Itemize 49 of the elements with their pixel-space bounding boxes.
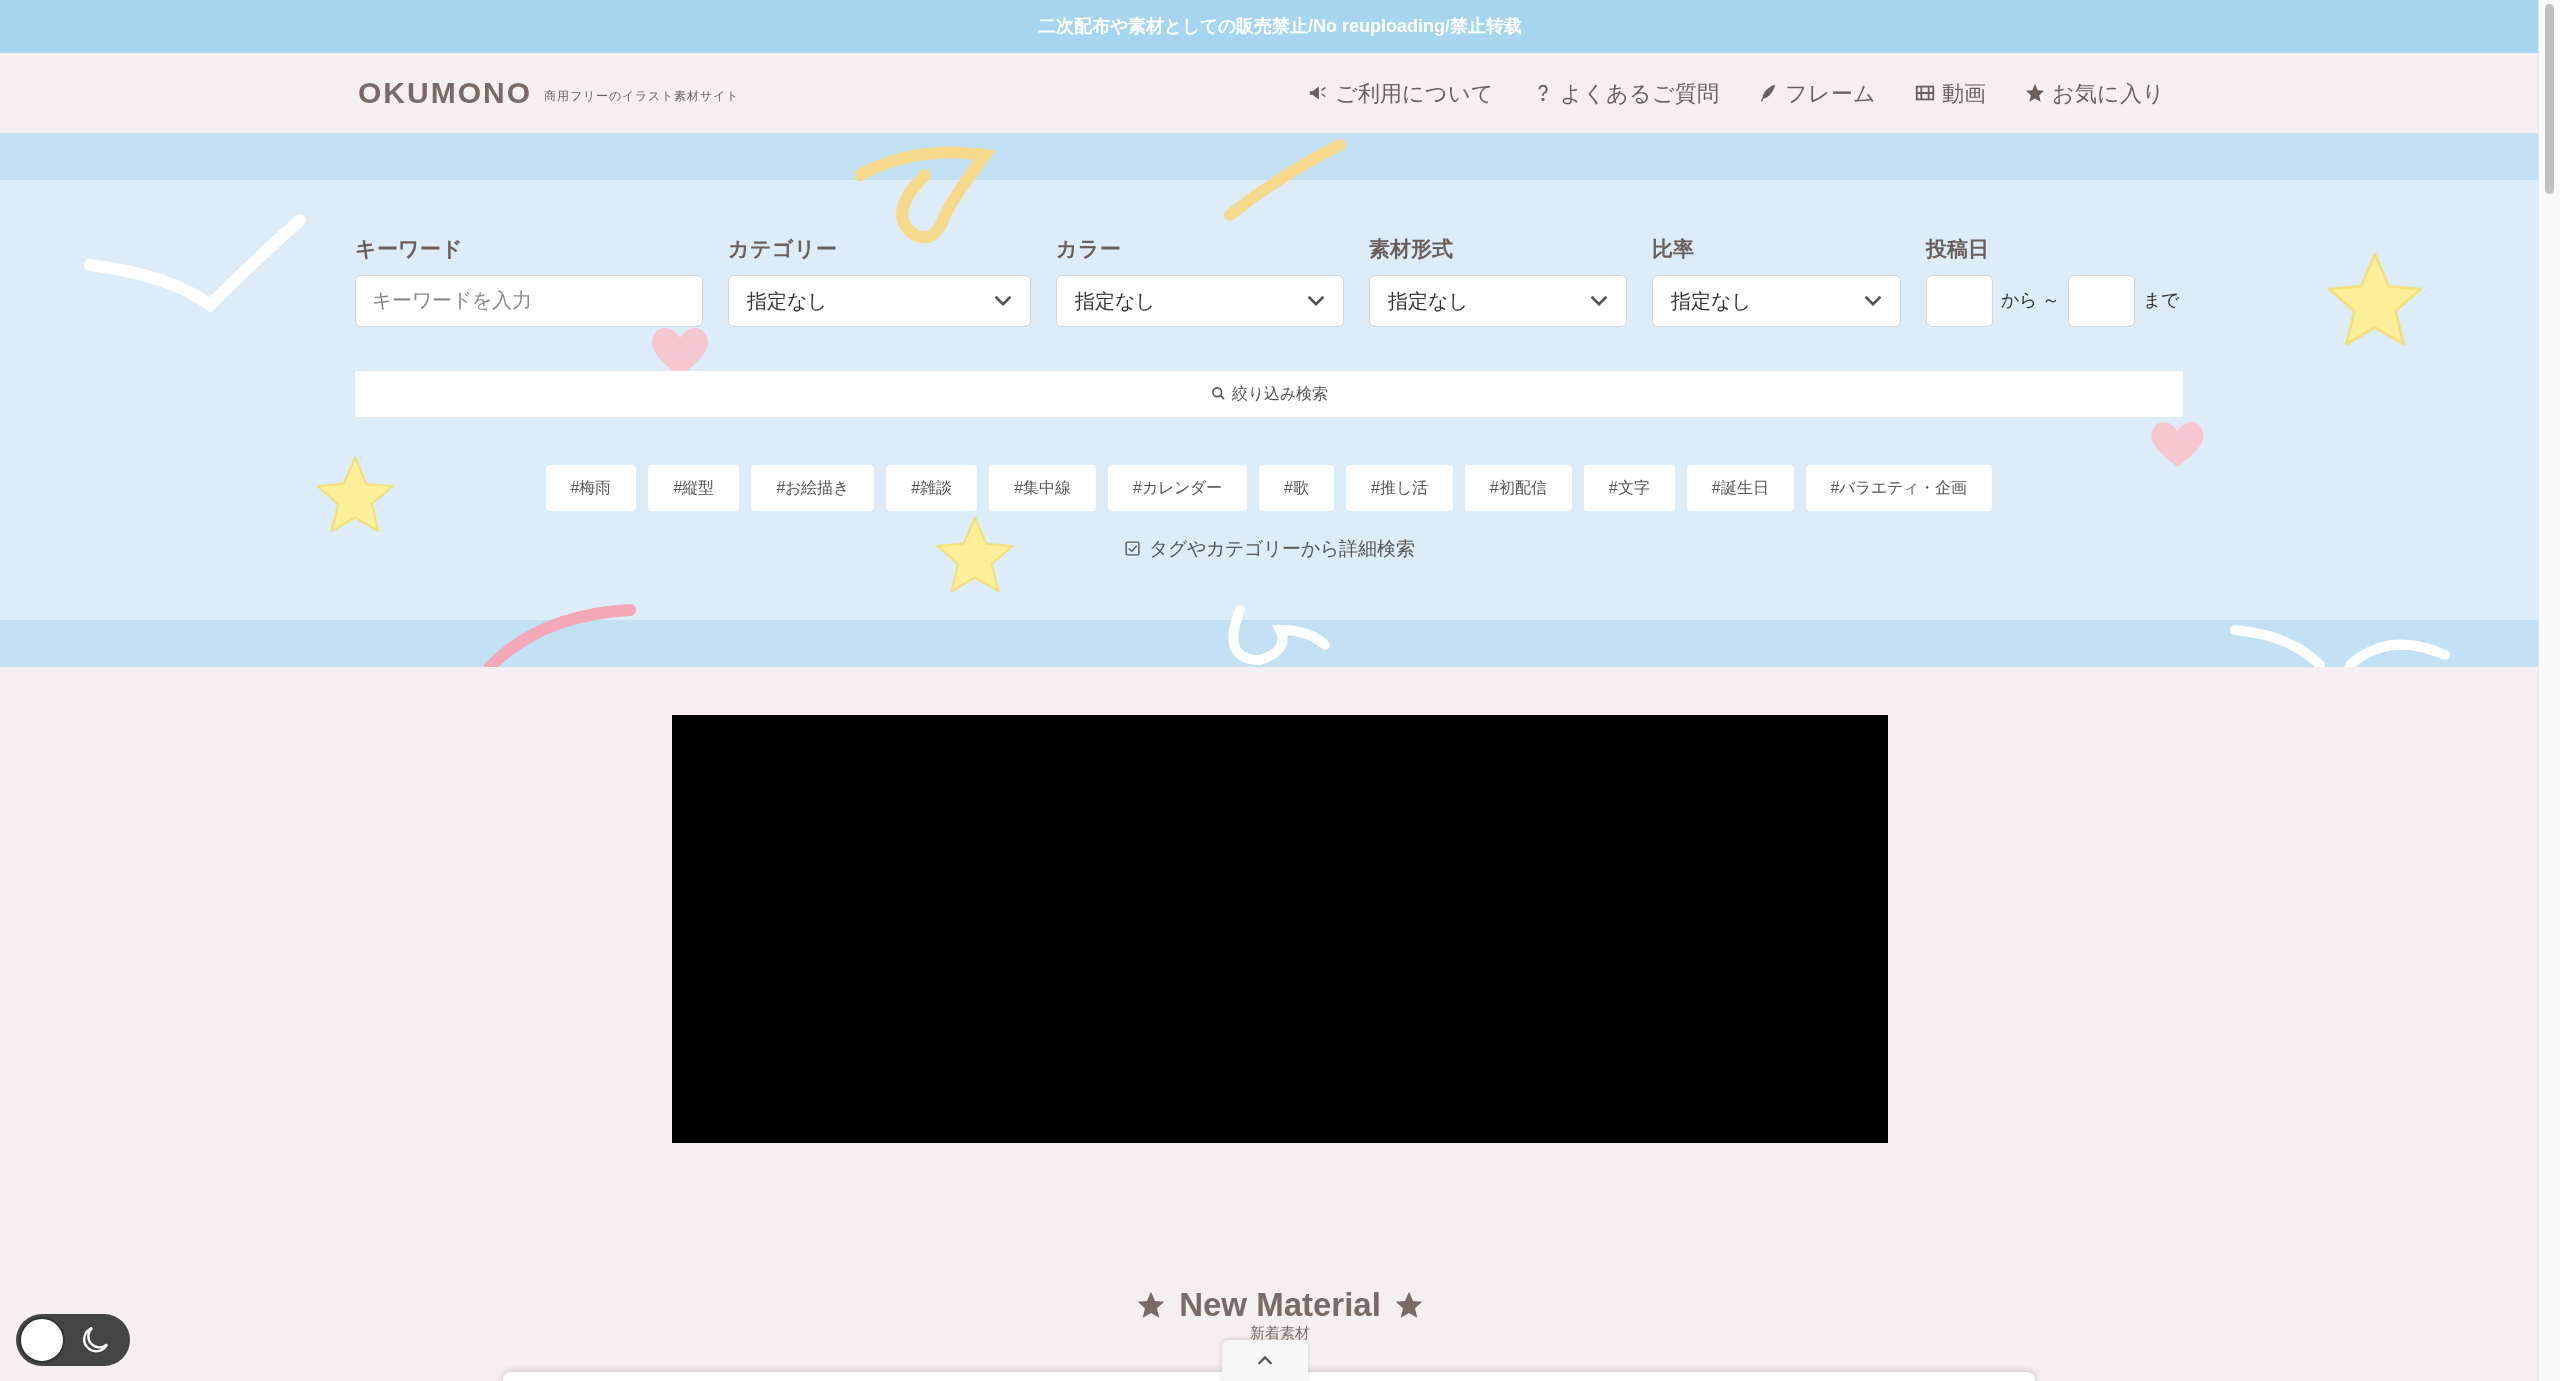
star-icon bbox=[2024, 82, 2046, 104]
tag-chip[interactable]: #バラエティ・企画 bbox=[1805, 464, 1993, 511]
tag-chip[interactable]: #推し活 bbox=[1345, 464, 1453, 511]
range-text: まで bbox=[2143, 289, 2179, 312]
nav-link[interactable]: お気に入り bbox=[2024, 76, 2165, 110]
nav-link[interactable]: フレーム bbox=[1757, 76, 1876, 110]
section-title: New Material bbox=[1179, 1288, 1381, 1321]
date-from-field[interactable] bbox=[1926, 274, 1993, 327]
field-label: カテゴリー bbox=[728, 236, 838, 262]
scroll-top-button[interactable] bbox=[1222, 1340, 1308, 1381]
tag-chip[interactable]: #雑談 bbox=[886, 464, 978, 511]
nav-link[interactable]: 動画 bbox=[1914, 76, 1986, 110]
select-dropdown[interactable]: 指定なし bbox=[1369, 274, 1627, 327]
chevron-down-icon bbox=[1307, 295, 1325, 306]
tag-chip[interactable]: #歌 bbox=[1259, 464, 1334, 511]
toggle-thumb bbox=[19, 1317, 65, 1363]
field-label: 比率 bbox=[1652, 236, 1695, 262]
tag-chip[interactable]: #文字 bbox=[1583, 464, 1675, 511]
search-icon bbox=[1210, 386, 1226, 401]
detail-search-link[interactable]: タグやカテゴリーから詳細検索 bbox=[1123, 534, 1415, 563]
tag-chip[interactable]: #集中線 bbox=[989, 464, 1097, 511]
tag-chip[interactable]: #誕生日 bbox=[1686, 464, 1794, 511]
site-logo[interactable]: OKUMONO bbox=[358, 78, 532, 108]
video-frame[interactable] bbox=[672, 715, 1888, 1143]
section-subtitle: 新着素材 bbox=[1250, 1325, 1310, 1340]
tag-chip[interactable]: #初配信 bbox=[1464, 464, 1572, 511]
date-to-field[interactable] bbox=[2068, 274, 2135, 327]
dark-mode-toggle[interactable] bbox=[16, 1314, 130, 1366]
field-label: 投稿日 bbox=[1926, 236, 1990, 262]
chevron-down-icon bbox=[1864, 295, 1882, 306]
tag-chip[interactable]: #カレンダー bbox=[1108, 464, 1247, 511]
select-dropdown[interactable]: 指定なし bbox=[1056, 274, 1344, 327]
field-label: 素材形式 bbox=[1369, 236, 1454, 262]
field-label: カラー bbox=[1056, 236, 1122, 262]
nav-link[interactable]: よくあるご質問 bbox=[1532, 76, 1719, 110]
field-label: キーワード bbox=[355, 236, 464, 262]
keyword-field[interactable]: キーワードを入力 bbox=[355, 274, 703, 327]
range-text: から ～ bbox=[2001, 289, 2060, 312]
filter-search-button[interactable]: 絞り込み検索 bbox=[355, 370, 2183, 417]
tag-chip[interactable]: #縦型 bbox=[648, 464, 740, 511]
checkbox-icon bbox=[1123, 540, 1141, 558]
select-dropdown[interactable]: 指定なし bbox=[1652, 274, 1901, 327]
site-tagline: 商用フリーのイラスト素材サイト bbox=[544, 88, 739, 105]
tag-chip[interactable]: #梅雨 bbox=[545, 464, 637, 511]
nav-link[interactable]: ご利用について bbox=[1307, 76, 1494, 110]
chevron-down-icon bbox=[994, 295, 1012, 306]
chevron-down-icon bbox=[1590, 295, 1608, 306]
tag-chip[interactable]: #お絵描き bbox=[751, 464, 875, 511]
select-dropdown[interactable]: 指定なし bbox=[728, 274, 1031, 327]
